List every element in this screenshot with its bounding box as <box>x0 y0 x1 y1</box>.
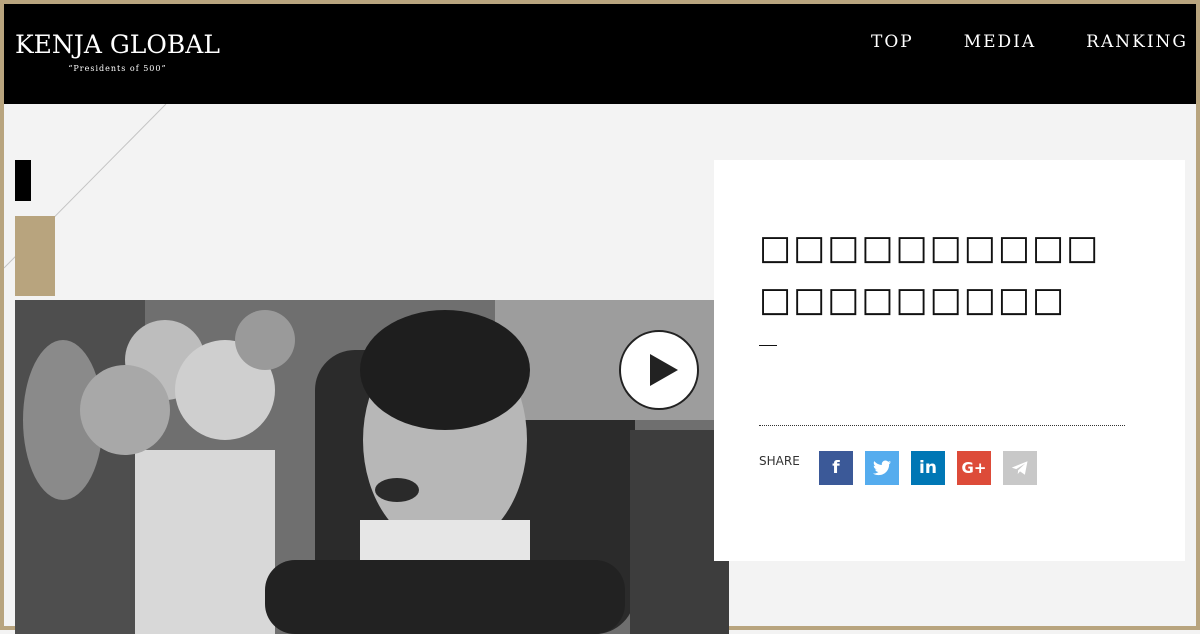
accent-block-black <box>15 160 31 201</box>
nav-ranking[interactable]: RANKING <box>1086 32 1188 52</box>
main-nav: TOP MEDIA RANKING <box>821 32 1188 52</box>
play-video-button[interactable] <box>619 330 699 410</box>
site-logo[interactable]: KENJA GLOBAL “Presidents of 500” <box>15 30 220 73</box>
article-title: □□□□□□□□□□□□□□□□□□□ <box>759 228 1101 320</box>
logo-wordmark: KENJA GLOBAL <box>15 30 220 59</box>
telegram-icon <box>1011 461 1028 475</box>
share-buttons: f in G+ <box>819 451 1049 485</box>
logo-tagline: “Presidents of 500” <box>68 64 167 73</box>
twitter-icon <box>873 460 891 476</box>
nav-media[interactable]: MEDIA <box>964 32 1036 52</box>
share-label: SHARE <box>759 454 800 468</box>
share-linkedin-button[interactable]: in <box>911 451 945 485</box>
accent-block-gold <box>15 216 55 296</box>
linkedin-icon: in <box>919 458 937 478</box>
play-icon <box>650 354 678 386</box>
title-divider <box>759 345 777 346</box>
share-telegram-button[interactable] <box>1003 451 1037 485</box>
dotted-divider <box>759 425 1125 426</box>
facebook-icon: f <box>832 458 840 478</box>
article-card: □□□□□□□□□□□□□□□□□□□ SHARE f in G+ <box>714 160 1185 561</box>
share-twitter-button[interactable] <box>865 451 899 485</box>
site-header: KENJA GLOBAL “Presidents of 500” TOP MED… <box>4 4 1196 104</box>
nav-top[interactable]: TOP <box>871 32 914 52</box>
google-plus-icon: G+ <box>961 459 987 477</box>
share-facebook-button[interactable]: f <box>819 451 853 485</box>
share-google-plus-button[interactable]: G+ <box>957 451 991 485</box>
